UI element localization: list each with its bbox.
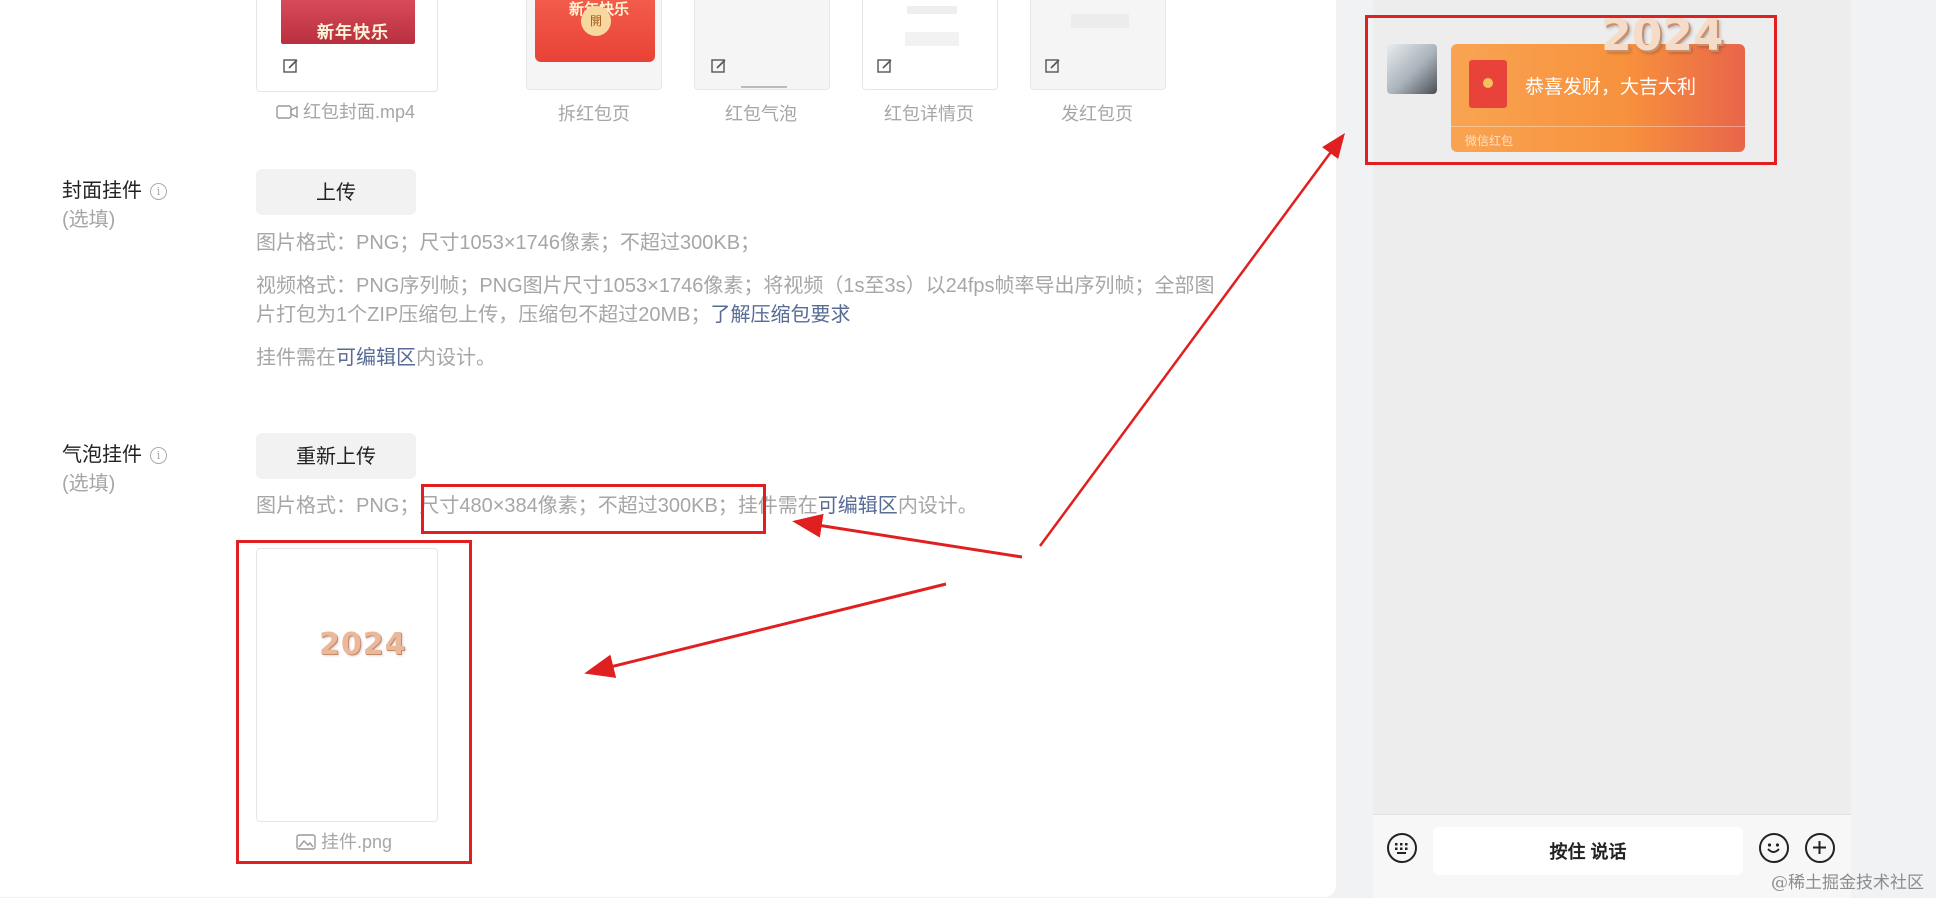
- bubble-widget-optional: (选填): [62, 473, 116, 495]
- video-icon: [276, 105, 298, 119]
- zip-requirements-link[interactable]: 了解压缩包要求: [710, 304, 850, 326]
- bubble-hint-format: 图片格式：PNG；: [256, 495, 420, 517]
- plus-icon[interactable]: [1805, 833, 1835, 863]
- open-envelope-thumb[interactable]: 新年快乐 開: [526, 0, 662, 90]
- cover-widget-label: 封面挂件 i: [62, 178, 167, 204]
- cover-hint-editable-pre: 挂件需在: [256, 347, 336, 369]
- cover-hint-editable-post: 内设计。: [416, 347, 496, 369]
- image-icon: [296, 834, 316, 850]
- edit-icon[interactable]: [1045, 58, 1061, 74]
- red-packet-icon: [1469, 60, 1507, 108]
- bubble-widget-filename: 挂件.png: [321, 832, 393, 852]
- bubble-hint-mid: 挂件需在: [737, 495, 818, 517]
- cover-video-label: 红包封面.mp4: [276, 98, 415, 124]
- bubble-widget-preview[interactable]: 2024: [256, 548, 438, 822]
- cover-text: 新年快乐: [317, 23, 389, 43]
- cover-hint-video-text: 片打包为1个ZIP压缩包上传，压缩包不超过20MB；: [256, 304, 711, 326]
- detail-thumb-line: [905, 32, 959, 46]
- cover-video-image: 新年快乐: [281, 0, 415, 44]
- thumb-label-open: 拆红包页: [558, 104, 630, 124]
- red-packet-footer: 微信红包: [1465, 134, 1514, 148]
- send-thumb[interactable]: [1030, 0, 1166, 90]
- bubble-thumb-bar: [741, 86, 787, 88]
- bubble-year-widget: 2024: [1601, 10, 1724, 61]
- send-thumb-line: [1071, 14, 1129, 28]
- bubble-widget-title: 气泡挂件: [62, 444, 142, 466]
- bubble-widget-file-label: 挂件.png: [296, 828, 392, 854]
- bubble-hint-size: 尺寸480×384像素；不超过300KB；: [419, 495, 738, 517]
- bubble-hint: 图片格式：PNG；尺寸480×384像素；不超过300KB；挂件需在可编辑区内设…: [256, 491, 978, 521]
- bubble-thumb[interactable]: [694, 0, 830, 90]
- preview-year-text: 2024: [319, 627, 407, 662]
- editable-area-link[interactable]: 可编辑区: [336, 347, 416, 369]
- cover-widget-optional: (选填): [62, 209, 116, 231]
- open-button-char: 開: [589, 14, 602, 28]
- red-packet-divider: [1451, 126, 1745, 127]
- info-icon[interactable]: i: [150, 183, 167, 200]
- cover-hint-image: 图片格式：PNG；尺寸1053×1746像素；不超过300KB；: [256, 232, 761, 254]
- watermark: @稀土掘金技术社区: [1771, 873, 1924, 893]
- thumb-label-detail: 红包详情页: [884, 104, 974, 124]
- edit-icon[interactable]: [711, 58, 727, 74]
- edit-icon[interactable]: [877, 58, 893, 74]
- edit-icon[interactable]: [283, 58, 299, 74]
- form-panel: 新年快乐 红包封面.mp4 新年快乐 開 拆红包页 红包气泡 红包详情页 发红包…: [0, 0, 1336, 897]
- emoji-icon[interactable]: [1759, 833, 1789, 863]
- chat-avatar: [1387, 44, 1437, 94]
- keyboard-icon[interactable]: [1387, 833, 1417, 863]
- thumb-label-bubble: 红包气泡: [725, 104, 797, 124]
- open-envelope-image: 新年快乐 開: [535, 0, 655, 62]
- cover-hint-editable: 挂件需在可编辑区内设计。: [256, 343, 496, 373]
- cover-video-filename: 红包封面.mp4: [303, 102, 416, 122]
- bubble-reupload-button[interactable]: 重新上传: [256, 433, 416, 479]
- detail-thumb[interactable]: [862, 0, 998, 90]
- cover-video-thumb[interactable]: 新年快乐: [256, 0, 438, 92]
- cover-widget-title: 封面挂件: [62, 180, 142, 202]
- cover-hint-video-line2: 片打包为1个ZIP压缩包上传，压缩包不超过20MB；了解压缩包要求: [256, 300, 850, 330]
- cover-hint-video-line1: 视频格式：PNG序列帧；PNG图片尺寸1053×1746像素；将视频（1s至3s…: [256, 275, 1215, 297]
- red-packet-message: 恭喜发财，大吉大利: [1525, 77, 1697, 98]
- open-button: 開: [581, 6, 611, 36]
- bubble-widget-label: 气泡挂件 i: [62, 442, 167, 468]
- cover-upload-button[interactable]: 上传: [256, 169, 416, 215]
- thumb-label-send: 发红包页: [1061, 104, 1133, 124]
- info-icon[interactable]: i: [150, 447, 167, 464]
- detail-thumb-line: [907, 6, 957, 14]
- editable-area-link[interactable]: 可编辑区: [818, 495, 898, 517]
- hold-to-talk-button[interactable]: 按住 说话: [1433, 827, 1743, 875]
- red-packet-seal: [1483, 78, 1493, 88]
- phone-preview: 恭喜发财，大吉大利 微信红包 2024 按住 说话: [1373, 0, 1851, 898]
- bubble-hint-post: 内设计。: [897, 495, 978, 517]
